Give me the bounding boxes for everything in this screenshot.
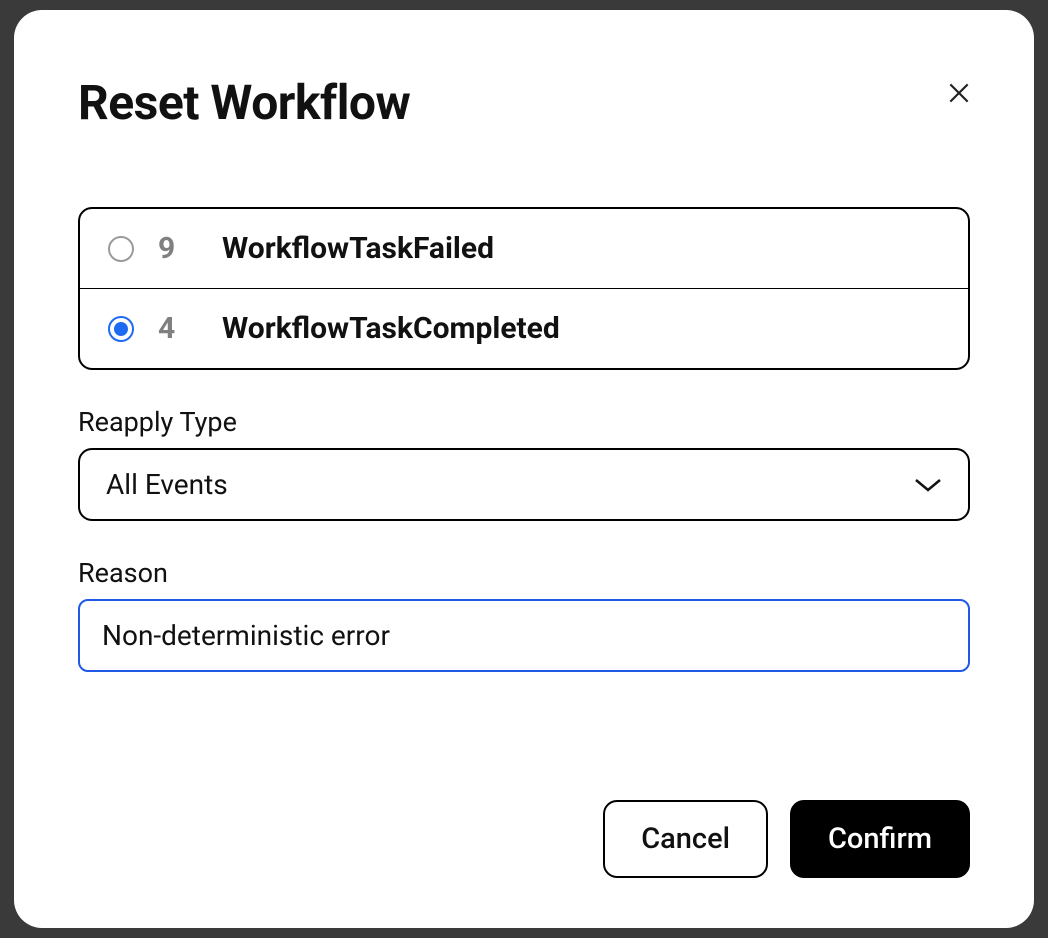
radio-selected-icon [108, 316, 134, 342]
modal-title: Reset Workflow [78, 74, 410, 131]
chevron-down-icon [914, 477, 942, 493]
reason-field: Reason [78, 557, 970, 672]
reapply-type-value: All Events [106, 468, 228, 501]
event-id: 9 [158, 231, 198, 266]
event-id: 4 [158, 311, 198, 346]
close-button[interactable] [942, 76, 976, 113]
event-option-row[interactable]: 4 WorkflowTaskCompleted [80, 288, 968, 368]
modal-header: Reset Workflow [78, 74, 970, 131]
confirm-button[interactable]: Confirm [790, 800, 970, 878]
radio-unselected-icon [108, 236, 134, 262]
close-icon [946, 80, 972, 106]
reapply-type-label: Reapply Type [78, 406, 970, 438]
event-label: WorkflowTaskCompleted [222, 311, 560, 346]
reset-workflow-modal: Reset Workflow 9 WorkflowTaskFailed 4 Wo… [14, 10, 1034, 928]
reapply-type-field: Reapply Type All Events [78, 406, 970, 521]
reapply-type-select[interactable]: All Events [78, 448, 970, 521]
reason-input[interactable] [78, 599, 970, 672]
event-options-list: 9 WorkflowTaskFailed 4 WorkflowTaskCompl… [78, 207, 970, 370]
event-label: WorkflowTaskFailed [222, 231, 494, 266]
event-option-row[interactable]: 9 WorkflowTaskFailed [80, 209, 968, 288]
cancel-button[interactable]: Cancel [603, 800, 768, 878]
reason-label: Reason [78, 557, 970, 589]
modal-footer: Cancel Confirm [78, 760, 970, 878]
